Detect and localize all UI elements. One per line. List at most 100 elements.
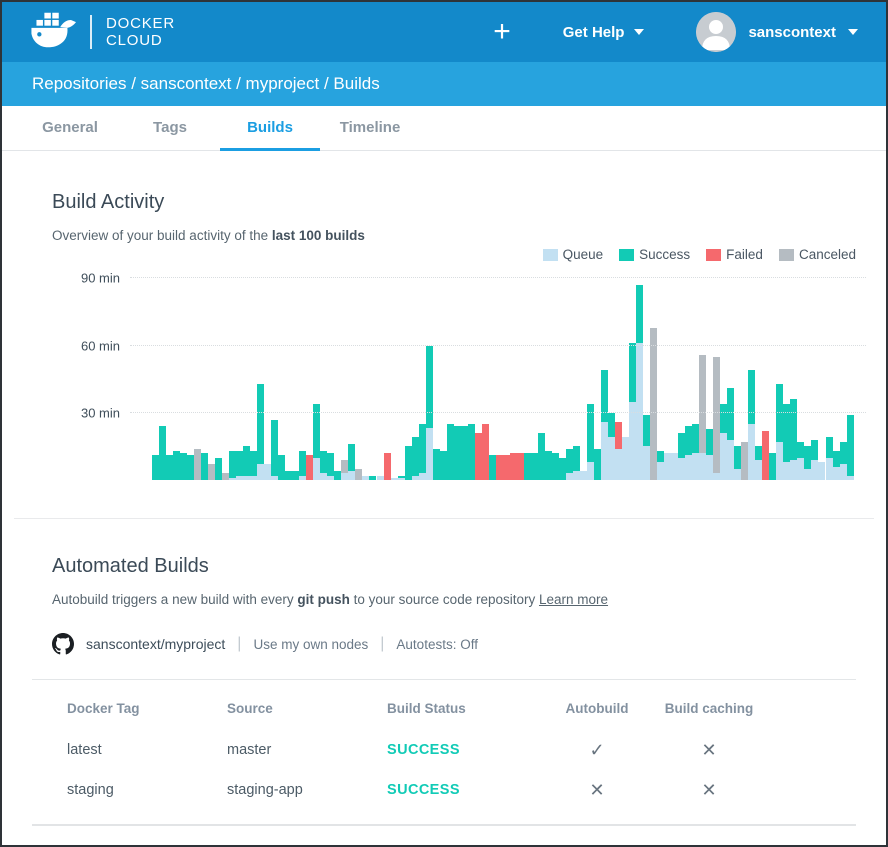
build-bar-success xyxy=(278,455,285,480)
github-icon xyxy=(52,633,74,655)
build-status-link[interactable]: SUCCESS xyxy=(387,742,547,758)
tab-builds[interactable]: Builds xyxy=(220,106,320,151)
build-activity-section: Build Activity Overview of your build ac… xyxy=(2,191,886,480)
build-bar-success xyxy=(461,426,468,480)
get-help-label: Get Help xyxy=(563,24,625,41)
build-bar-success xyxy=(678,433,685,480)
autobuild-cross-icon[interactable]: ✕ xyxy=(547,780,647,801)
build-bar-success xyxy=(804,446,811,480)
build-bar-success xyxy=(783,404,790,480)
build-bar-success xyxy=(201,453,208,480)
table-row: latestmasterSUCCESS✓✕ xyxy=(67,730,856,770)
build-bar-queue xyxy=(377,476,384,480)
build-bar-success xyxy=(566,449,573,480)
build-bar-success xyxy=(243,446,250,480)
build-bar-success xyxy=(468,424,475,480)
build-bar-failed xyxy=(306,455,313,480)
avatar xyxy=(696,12,736,52)
failed-swatch xyxy=(706,249,721,261)
build-bar-success xyxy=(587,404,594,480)
build-bar-success xyxy=(769,453,776,480)
build-bar-success xyxy=(720,404,727,480)
build-bar-success xyxy=(419,424,426,480)
build-bar-success xyxy=(271,420,278,480)
breadcrumb[interactable]: Repositories / sanscontext / myproject /… xyxy=(32,74,380,94)
build-bar-failed xyxy=(482,424,489,480)
success-swatch xyxy=(619,249,634,261)
build-bar-success xyxy=(173,451,180,480)
build-bar-success xyxy=(187,455,194,480)
own-nodes-label: Use my own nodes xyxy=(253,637,368,652)
build-bar-success xyxy=(833,451,840,480)
build-bar-success xyxy=(847,415,854,480)
tab-general[interactable]: General xyxy=(20,106,120,151)
chart-plot: 30 min60 min90 min xyxy=(130,270,866,480)
build-bar-success xyxy=(398,476,405,480)
build-caching-cross-icon[interactable]: ✕ xyxy=(647,740,771,761)
build-bar-canceled xyxy=(699,355,706,480)
build-bar-success xyxy=(166,455,173,480)
build-status-link[interactable]: SUCCESS xyxy=(387,782,547,798)
build-bar-failed xyxy=(615,422,622,480)
column-header: Build Status xyxy=(387,701,547,716)
column-header: Docker Tag xyxy=(67,701,227,716)
automated-builds-subtitle: Autobuild triggers a new build with ever… xyxy=(52,592,856,607)
build-bar-canceled xyxy=(194,449,201,480)
build-bar-success xyxy=(594,449,601,480)
tab-tags[interactable]: Tags xyxy=(120,106,220,151)
build-activity-chart: 30 min60 min90 min xyxy=(52,270,856,480)
build-bar-success xyxy=(292,471,299,480)
build-bar-success xyxy=(348,444,355,480)
build-bar-success xyxy=(454,426,461,480)
user-menu[interactable]: sanscontext xyxy=(696,12,858,52)
build-bar-failed xyxy=(762,431,769,480)
build-bar-success xyxy=(313,404,320,480)
build-bar-success xyxy=(531,453,538,480)
build-bar-queue xyxy=(671,453,678,480)
build-bar-success xyxy=(159,426,166,480)
build-bar-success xyxy=(608,413,615,480)
build-bar-success xyxy=(215,458,222,480)
build-bar-success xyxy=(180,453,187,480)
build-bar-success xyxy=(236,451,243,480)
build-bar-failed xyxy=(475,433,482,480)
add-button[interactable]: + xyxy=(489,17,515,47)
build-bar-success xyxy=(440,451,447,480)
learn-more-link[interactable]: Learn more xyxy=(539,592,608,607)
build-bar-success xyxy=(811,440,818,480)
gridline-60: 60 min xyxy=(130,345,866,346)
queue-swatch xyxy=(543,249,558,261)
automated-builds-section: Automated Builds Autobuild triggers a ne… xyxy=(2,555,886,655)
build-bar-queue xyxy=(580,471,587,480)
separator: | xyxy=(237,635,241,653)
repo-row: sanscontext/myproject | Use my own nodes… xyxy=(52,633,856,655)
chevron-down-icon xyxy=(634,29,644,35)
docker-whale-icon xyxy=(30,12,76,53)
table-header-row: Docker TagSourceBuild StatusAutobuildBui… xyxy=(67,686,856,730)
build-bar-success xyxy=(657,451,664,480)
build-bar-queue xyxy=(391,478,398,480)
build-bar-canceled xyxy=(341,460,348,480)
username-label: sanscontext xyxy=(748,24,836,41)
repo-name[interactable]: sanscontext/myproject xyxy=(86,636,225,652)
table-row: stagingstaging-appSUCCESS✕✕ xyxy=(67,770,856,810)
get-help-menu[interactable]: Get Help xyxy=(563,24,645,41)
build-caching-cross-icon[interactable]: ✕ xyxy=(647,780,771,801)
build-tags-table: Docker TagSourceBuild StatusAutobuildBui… xyxy=(2,686,886,810)
build-bar-success xyxy=(840,442,847,480)
section-divider xyxy=(14,518,874,519)
column-header: Autobuild xyxy=(547,701,647,716)
autobuild-check-icon[interactable]: ✓ xyxy=(547,740,647,761)
build-bar-success xyxy=(552,453,559,480)
build-bar-queue xyxy=(264,464,271,480)
docker-cloud-logo[interactable]: DOCKER CLOUD xyxy=(30,12,175,53)
tab-timeline[interactable]: Timeline xyxy=(320,106,420,151)
build-bar-success xyxy=(573,446,580,480)
source-cell: master xyxy=(227,742,387,758)
build-bar-success xyxy=(412,437,419,480)
build-bar-failed xyxy=(510,453,517,480)
docker-tag-cell: latest xyxy=(67,742,227,758)
chart-bars xyxy=(152,270,854,480)
build-bar-success xyxy=(229,451,236,480)
build-bar-failed xyxy=(503,455,510,480)
